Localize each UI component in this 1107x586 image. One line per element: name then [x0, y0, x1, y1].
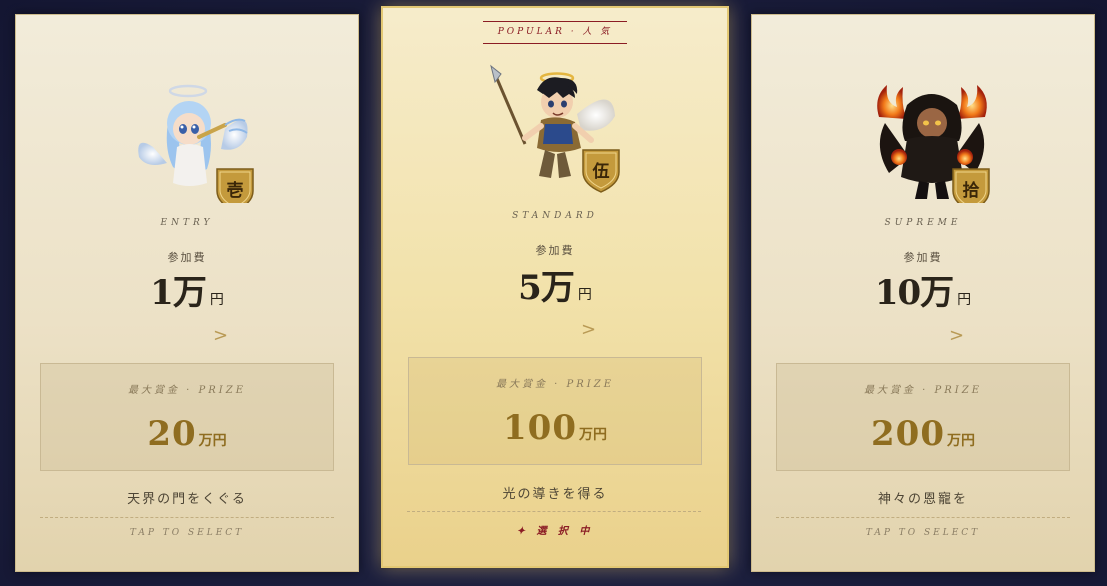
- fee-unit: 円: [577, 287, 592, 303]
- tier-kanji-badge: 拾: [963, 180, 980, 201]
- fee-unit: 円: [209, 292, 224, 308]
- tap-to-select-button[interactable]: TAP TO SELECT: [752, 528, 1094, 538]
- fee-unit: 円: [957, 292, 972, 308]
- prize-unit: 万円: [946, 433, 975, 449]
- prize-value: 200 万円: [777, 414, 1069, 454]
- tier-card-entry[interactable]: 壱 ENTRY 参加費 1万円 > 最大賞金 · PRIZE 20 万円 天界の門…: [15, 14, 359, 572]
- fee-amount: 1万: [150, 273, 207, 313]
- angel-cherub-icon: 壱: [133, 77, 259, 212]
- chevron-right-icon: >: [581, 319, 597, 340]
- prize-amount: 200: [871, 414, 945, 454]
- card-motto: 光の導きを得る: [502, 487, 608, 502]
- fee-label: 参加費: [535, 244, 575, 257]
- tier-name: STANDARD: [512, 211, 598, 221]
- prize-box: 最大賞金 · PRIZE 200 万円: [776, 363, 1070, 471]
- fee-label: 参加費: [903, 251, 943, 264]
- prize-unit: 万円: [198, 433, 227, 449]
- fee-amount: 5万: [518, 268, 575, 308]
- divider: [407, 511, 701, 512]
- prize-value: 20 万円: [41, 414, 333, 454]
- tier-kanji-badge: 伍: [592, 161, 610, 182]
- divider: [40, 517, 334, 518]
- card-motto: 天界の門をくぐる: [127, 492, 247, 507]
- prize-unit: 万円: [578, 427, 607, 443]
- chevron-right-icon: >: [949, 325, 965, 346]
- tap-to-select-button[interactable]: TAP TO SELECT: [16, 528, 358, 538]
- divider: [776, 517, 1070, 518]
- fee-amount: 10万: [874, 273, 954, 313]
- popular-badge: POPULAR · 人 気: [483, 21, 627, 44]
- entry-fee: 5万円: [383, 260, 727, 309]
- tier-kanji-badge: 壱: [227, 180, 244, 201]
- prize-label: 最大賞金 · PRIZE: [128, 385, 246, 396]
- fee-label: 参加費: [167, 251, 207, 264]
- tier-card-standard[interactable]: POPULAR · 人 気 伍 STANDARD 参加費 5万 円 > 最大賞金…: [381, 6, 729, 568]
- dark-flame-warrior-icon: 拾: [869, 77, 995, 212]
- tier-name: SUPREME: [884, 218, 962, 228]
- entry-fee: 1万円: [16, 265, 358, 314]
- card-motto: 神々の恩寵を: [877, 492, 968, 507]
- tier-name: ENTRY: [160, 218, 214, 228]
- prize-amount: 100: [503, 408, 577, 448]
- prize-label: 最大賞金 · PRIZE: [496, 379, 614, 390]
- selected-indicator: ✦ 選 択 中: [516, 526, 594, 537]
- angel-warrior-icon: 伍: [485, 64, 625, 194]
- prize-box: 最大賞金 · PRIZE 20 万円: [40, 363, 334, 471]
- prize-value: 100 万円: [409, 408, 701, 448]
- tier-card-supreme[interactable]: 拾 SUPREME 参加費 10万円 > 最大賞金 · PRIZE 200 万円 …: [751, 14, 1095, 572]
- prize-box: 最大賞金 · PRIZE 100 万円: [408, 357, 702, 465]
- entry-fee: 10万円: [752, 265, 1094, 314]
- prize-amount: 20: [147, 414, 197, 454]
- chevron-right-icon: >: [213, 325, 229, 346]
- prize-label: 最大賞金 · PRIZE: [864, 385, 982, 396]
